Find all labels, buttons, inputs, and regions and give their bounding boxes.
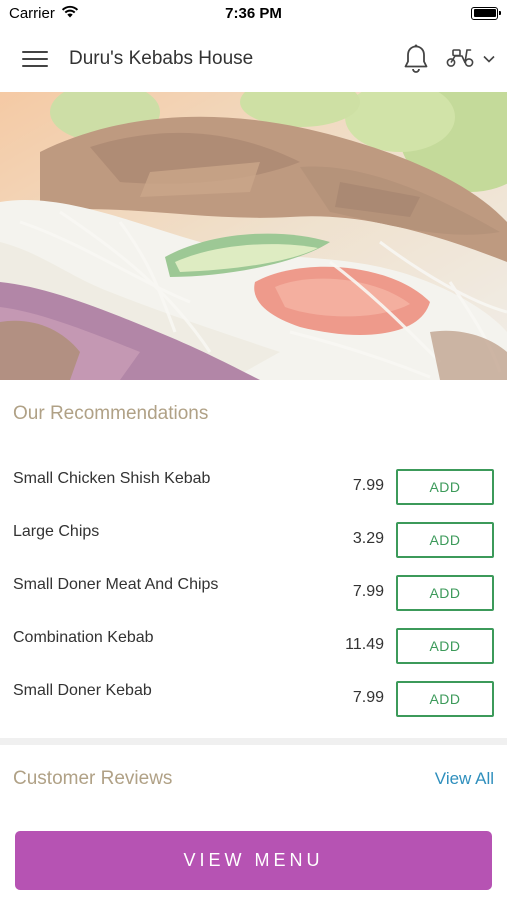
section-divider bbox=[0, 738, 507, 745]
add-button[interactable]: ADD bbox=[396, 469, 494, 505]
list-item: Small Doner Meat And Chips 7.99 ADD bbox=[0, 566, 507, 619]
item-name: Small Doner Meat And Chips bbox=[13, 576, 219, 593]
hero-food-image bbox=[0, 92, 507, 380]
wifi-icon bbox=[61, 5, 79, 22]
add-button[interactable]: ADD bbox=[396, 628, 494, 664]
item-price: 3.29 bbox=[352, 530, 384, 547]
delivery-mode-selector[interactable] bbox=[445, 46, 495, 73]
chevron-down-icon bbox=[483, 50, 495, 68]
restaurant-title: Duru's Kebabs House bbox=[69, 48, 254, 69]
add-button[interactable]: ADD bbox=[396, 522, 494, 558]
list-item: Small Chicken Shish Kebab 7.99 ADD bbox=[0, 460, 507, 513]
scooter-icon bbox=[445, 46, 475, 73]
list-item: Small Doner Kebab 7.99 ADD bbox=[0, 672, 507, 725]
hamburger-menu-icon[interactable] bbox=[22, 49, 48, 69]
item-name: Small Chicken Shish Kebab bbox=[13, 470, 211, 487]
item-name: Small Doner Kebab bbox=[13, 682, 152, 699]
recommendations-title: Our Recommendations bbox=[13, 403, 209, 424]
item-price: 7.99 bbox=[352, 477, 384, 494]
recommendations-list: Small Chicken Shish Kebab 7.99 ADD Large… bbox=[0, 460, 507, 725]
item-name: Combination Kebab bbox=[13, 629, 154, 646]
status-left: Carrier bbox=[9, 5, 79, 22]
item-name: Large Chips bbox=[13, 523, 100, 540]
reviews-title: Customer Reviews bbox=[13, 768, 173, 789]
view-all-reviews-link[interactable]: View All bbox=[435, 769, 494, 789]
status-bar: Carrier 7:36 PM bbox=[0, 0, 507, 26]
view-menu-button[interactable]: VIEW MENU bbox=[15, 831, 492, 890]
item-price: 11.49 bbox=[345, 636, 384, 653]
item-price: 7.99 bbox=[352, 689, 384, 706]
list-item: Large Chips 3.29 ADD bbox=[0, 513, 507, 566]
carrier-label: Carrier bbox=[9, 4, 55, 22]
battery-icon bbox=[471, 6, 501, 20]
app-header: Duru's Kebabs House bbox=[0, 26, 507, 92]
bell-icon[interactable] bbox=[401, 42, 431, 76]
add-button[interactable]: ADD bbox=[396, 681, 494, 717]
add-button[interactable]: ADD bbox=[396, 575, 494, 611]
list-item: Combination Kebab 11.49 ADD bbox=[0, 619, 507, 672]
item-price: 7.99 bbox=[352, 583, 384, 600]
